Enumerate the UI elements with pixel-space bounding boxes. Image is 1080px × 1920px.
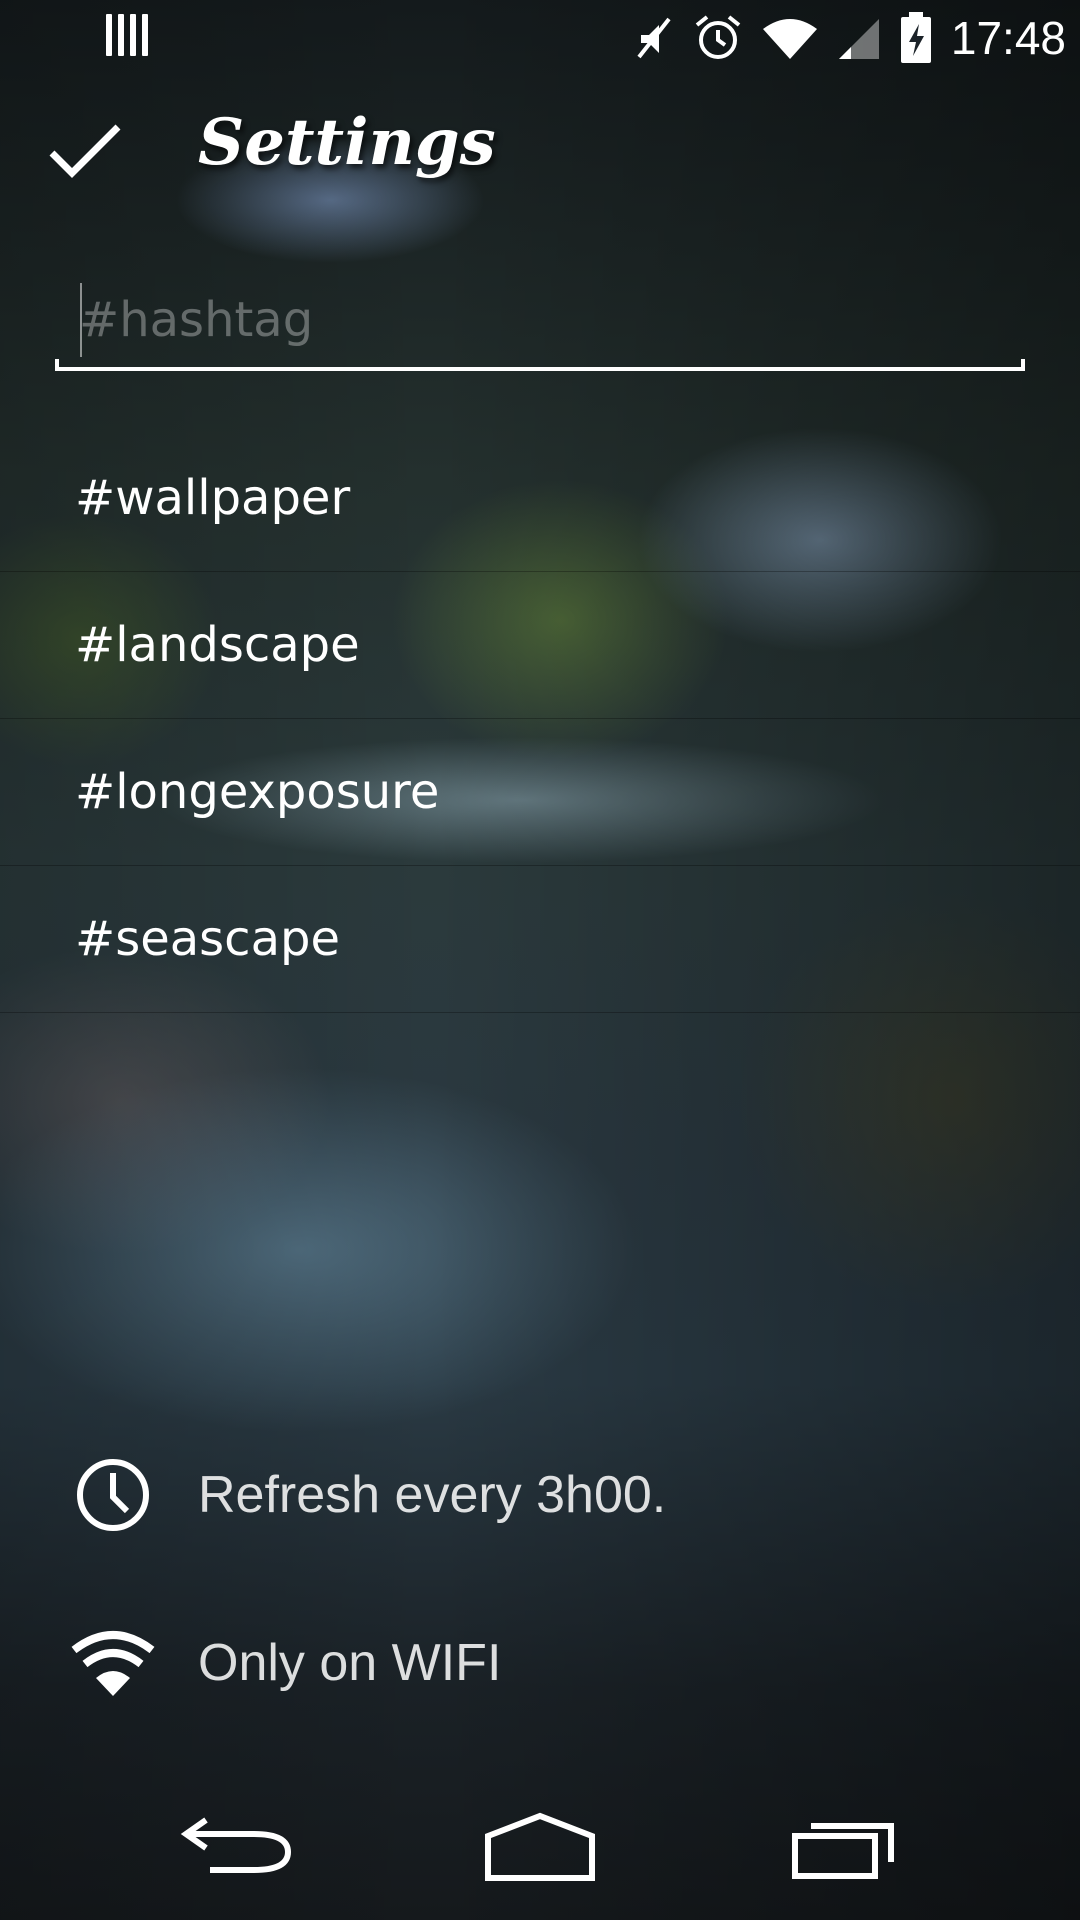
tag-label: #wallpaper	[75, 470, 351, 526]
notification-bars-icon	[106, 14, 148, 56]
wifi-only-option[interactable]: Only on WIFI	[0, 1608, 1080, 1718]
tag-label: #longexposure	[75, 764, 440, 820]
mute-icon	[637, 17, 671, 58]
back-icon	[180, 1817, 292, 1873]
hashtag-field[interactable]	[55, 275, 1025, 371]
tag-label: #seascape	[75, 911, 340, 967]
home-icon	[485, 1812, 595, 1881]
list-item[interactable]: #longexposure	[0, 719, 1080, 866]
home-button[interactable]	[470, 1806, 610, 1896]
check-icon	[49, 124, 121, 178]
hashtag-list: #wallpaper #landscape #longexposure #sea…	[0, 425, 1080, 1013]
hashtag-input[interactable]	[55, 275, 1025, 365]
text-caret	[80, 283, 82, 357]
navigation-bar	[0, 1776, 1080, 1920]
wifi-icon	[762, 18, 817, 59]
battery-charging-icon	[900, 11, 931, 63]
status-time: 17:48	[950, 11, 1066, 64]
clock-icon	[77, 1459, 149, 1531]
wifi-icon	[71, 1631, 155, 1696]
tag-label: #landscape	[75, 617, 360, 673]
refresh-interval-option[interactable]: Refresh every 3h00.	[0, 1440, 1080, 1550]
list-item[interactable]: #landscape	[0, 572, 1080, 719]
signal-icon	[838, 18, 879, 59]
list-item[interactable]: #seascape	[0, 866, 1080, 1013]
input-underline	[55, 359, 1025, 371]
confirm-button[interactable]	[30, 105, 140, 205]
status-bar: 17:48	[0, 0, 1080, 75]
back-button[interactable]	[170, 1806, 310, 1896]
wifi-only-label: Only on WIFI	[198, 1634, 502, 1692]
action-bar: Settings	[0, 75, 1080, 225]
refresh-interval-label: Refresh every 3h00.	[198, 1466, 667, 1524]
recents-button[interactable]	[775, 1806, 915, 1896]
alarm-icon	[695, 14, 741, 59]
page-title: Settings	[198, 105, 496, 180]
list-item[interactable]: #wallpaper	[0, 425, 1080, 572]
recents-icon	[792, 1823, 894, 1879]
